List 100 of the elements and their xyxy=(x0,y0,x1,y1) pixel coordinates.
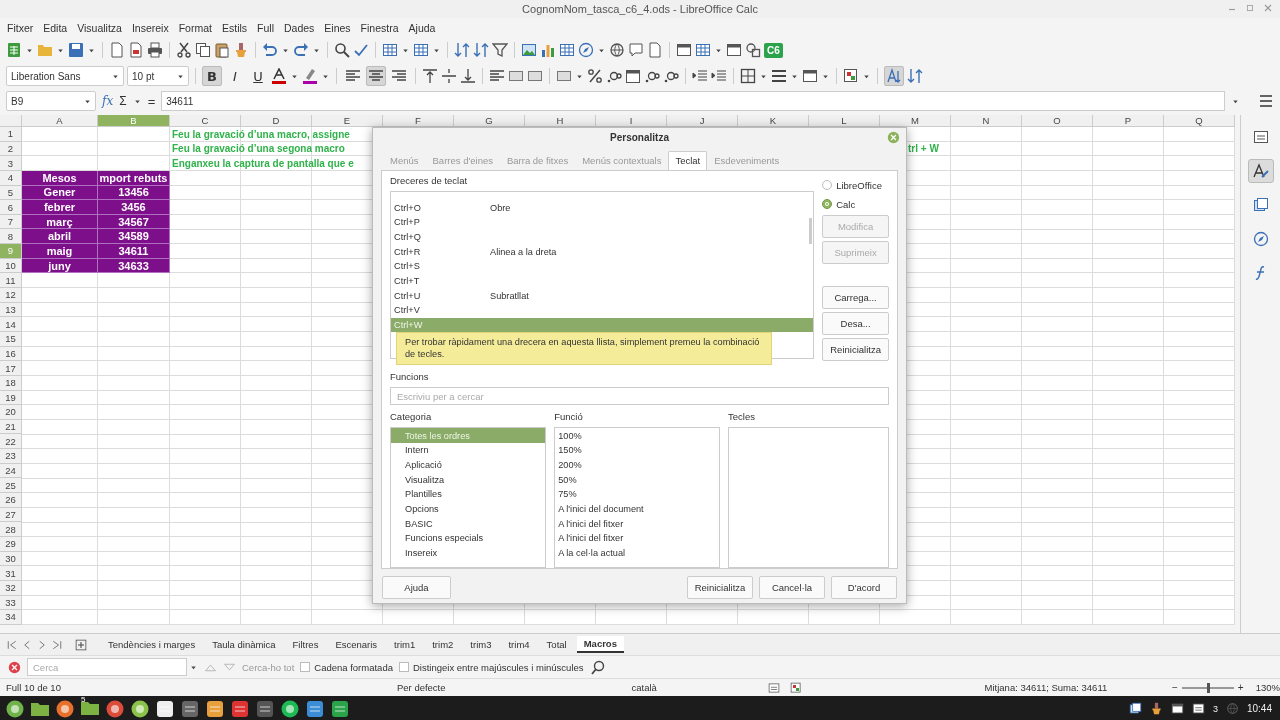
list-item[interactable]: 200% xyxy=(555,457,719,473)
start-menu-icon[interactable] xyxy=(5,698,25,719)
percent-icon[interactable] xyxy=(587,68,603,84)
tray-icon[interactable] xyxy=(1191,702,1205,715)
row-header[interactable]: 11 xyxy=(0,273,22,289)
tray-icon[interactable] xyxy=(1128,702,1142,715)
indent-icon[interactable] xyxy=(711,68,727,84)
list-item[interactable]: Intern xyxy=(391,443,546,458)
list-item[interactable]: Visualitza xyxy=(391,472,546,488)
menu-item[interactable]: Format xyxy=(173,22,217,34)
window-icon[interactable] xyxy=(726,42,742,58)
dialog-button[interactable]: Reinicialitza xyxy=(687,576,753,600)
list-item[interactable]: 50% xyxy=(555,472,719,488)
line-style-icon[interactable] xyxy=(771,68,787,84)
window-icon[interactable] xyxy=(676,42,692,58)
save-icon[interactable] xyxy=(68,42,84,58)
row-header[interactable]: 3 xyxy=(0,156,22,171)
list-item[interactable]: BASIC xyxy=(391,516,546,532)
menu-item[interactable]: Estils xyxy=(216,22,253,34)
column-header[interactable]: D xyxy=(241,115,312,127)
sort-icon[interactable] xyxy=(454,42,470,58)
list-item[interactable]: A l'inici del fitxer xyxy=(555,531,719,546)
shortcut-row[interactable]: Ctrl+R Alinea a la dreta xyxy=(391,244,814,260)
image-icon[interactable] xyxy=(521,42,537,58)
search-field[interactable]: Escriviu per a cercar xyxy=(390,387,889,406)
bar-chart-icon[interactable] xyxy=(540,42,556,58)
cut-icon[interactable] xyxy=(176,42,192,58)
browser-icon[interactable] xyxy=(105,698,125,719)
compass-icon[interactable] xyxy=(1252,231,1269,247)
first-sheet-icon[interactable] xyxy=(6,638,18,651)
sheet-tab[interactable]: trim1 xyxy=(387,637,423,652)
search-field[interactable]: Cerca xyxy=(27,658,187,676)
align-bottom-icon[interactable] xyxy=(460,68,476,84)
shortcut-row[interactable]: Ctrl+U Subratllat xyxy=(391,288,814,304)
row-header[interactable]: 17 xyxy=(0,361,22,376)
column-header[interactable]: I xyxy=(596,115,667,127)
list-item[interactable]: 150% xyxy=(555,443,719,458)
column-header[interactable]: O xyxy=(1022,115,1093,127)
globe-icon[interactable] xyxy=(609,42,625,58)
app-icon[interactable] xyxy=(180,698,200,719)
tray-icon[interactable] xyxy=(1170,702,1184,715)
column-header[interactable]: F xyxy=(383,115,454,127)
menu-item[interactable]: Fitxer xyxy=(2,22,39,34)
row-header[interactable]: 8 xyxy=(0,229,22,245)
sum-button[interactable]: Σ xyxy=(119,94,127,108)
column-header[interactable]: E xyxy=(312,115,383,127)
menu-item[interactable]: Edita xyxy=(38,22,73,34)
copy-icon[interactable] xyxy=(195,42,211,58)
sheet-tab[interactable]: Total xyxy=(539,637,574,652)
undo-icon[interactable] xyxy=(262,42,278,58)
shapes-icon[interactable] xyxy=(745,42,761,58)
find-replace-icon[interactable] xyxy=(589,659,606,675)
app-icon[interactable] xyxy=(230,698,250,719)
list-item[interactable]: A la cel·la actual xyxy=(555,545,719,561)
add-sheet-icon[interactable] xyxy=(75,638,87,651)
last-sheet-icon[interactable] xyxy=(51,638,63,651)
formula-input[interactable]: 34611 xyxy=(161,91,1225,111)
menu-item[interactable]: Finestra xyxy=(355,22,404,34)
row-header[interactable]: 23 xyxy=(0,449,22,464)
list-item[interactable]: Opcions xyxy=(391,501,546,517)
print-icon[interactable] xyxy=(147,42,163,58)
list-item[interactable]: Funcions especials xyxy=(391,531,546,546)
filter-icon[interactable] xyxy=(492,42,508,58)
merge-icon[interactable] xyxy=(527,68,543,84)
shortcut-row[interactable]: Ctrl+S xyxy=(391,259,814,274)
list-item[interactable]: Plantilles xyxy=(391,487,546,502)
app-icon[interactable] xyxy=(130,698,150,719)
table-icon[interactable] xyxy=(382,42,398,58)
font-color-icon[interactable] xyxy=(271,68,287,84)
align-middle-icon[interactable] xyxy=(441,68,457,84)
highlight-icon[interactable] xyxy=(302,68,318,84)
list-item[interactable]: A l'inici del fitxer xyxy=(555,516,719,532)
list-item[interactable]: Insereix xyxy=(391,545,546,561)
comment-icon[interactable] xyxy=(628,42,644,58)
sort-icon[interactable] xyxy=(473,42,489,58)
row-header[interactable]: 26 xyxy=(0,493,22,508)
paste-icon[interactable] xyxy=(214,42,230,58)
column-header[interactable]: Q xyxy=(1164,115,1235,127)
table-icon[interactable] xyxy=(559,42,575,58)
menu-item[interactable]: Insereix xyxy=(126,22,174,34)
column-header[interactable]: P xyxy=(1093,115,1164,127)
document-icon[interactable] xyxy=(155,698,175,719)
merge-icon[interactable] xyxy=(508,68,524,84)
name-box[interactable]: B9 xyxy=(6,91,96,111)
borders-icon[interactable] xyxy=(740,68,756,84)
dialog-button[interactable]: Desa... xyxy=(822,312,889,336)
radio-button[interactable] xyxy=(822,199,833,210)
checkbox[interactable] xyxy=(300,662,311,672)
column-header[interactable]: A xyxy=(22,115,98,127)
redo-icon[interactable] xyxy=(293,42,309,58)
list-item[interactable]: 75% xyxy=(555,487,719,502)
list-item[interactable]: A l'inici del document xyxy=(555,501,719,517)
align-top-icon[interactable] xyxy=(422,68,438,84)
table-icon[interactable] xyxy=(413,42,429,58)
dialog-button[interactable]: Carrega... xyxy=(822,286,889,310)
row-header[interactable]: 25 xyxy=(0,478,22,493)
format-button[interactable]: I xyxy=(225,66,245,86)
indent-icon[interactable] xyxy=(692,68,708,84)
row-header[interactable]: 14 xyxy=(0,317,22,332)
spreadsheet-icon[interactable] xyxy=(330,698,350,719)
